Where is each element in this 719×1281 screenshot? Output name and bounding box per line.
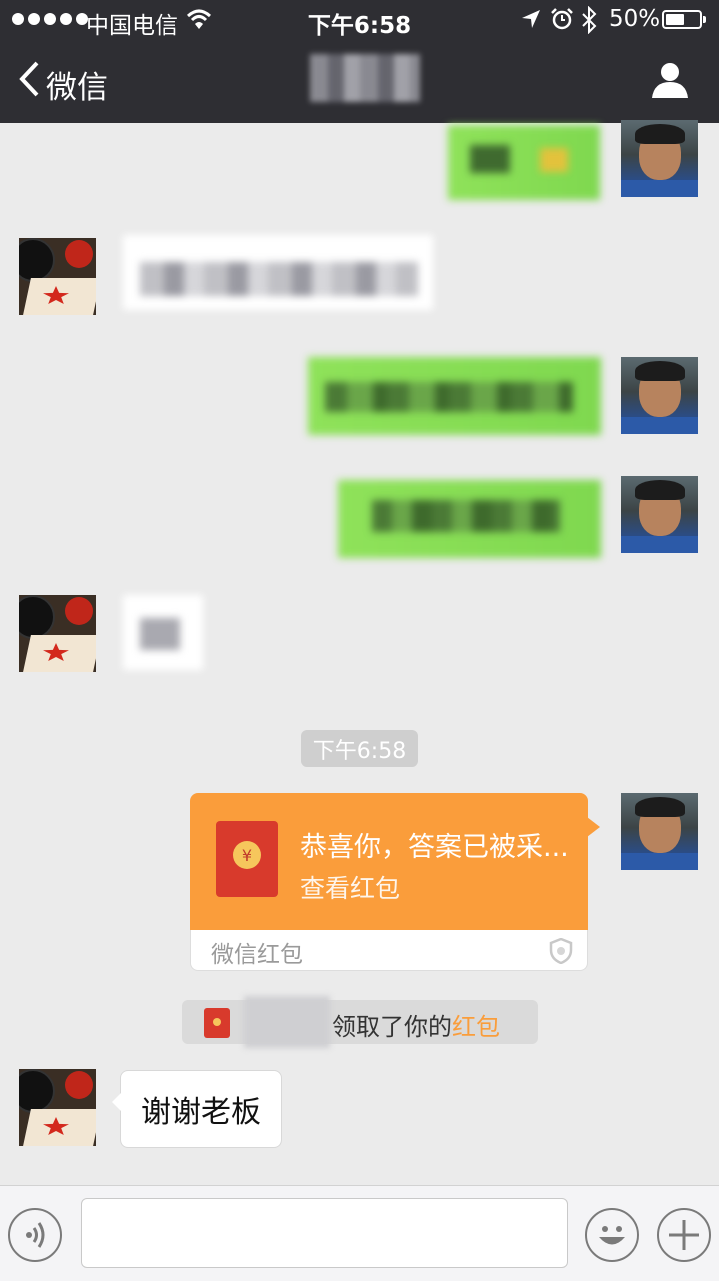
status-bar: 中国电信 下午6:58 50%: [0, 0, 719, 40]
plus-icon: [669, 1220, 699, 1250]
my-avatar[interactable]: [621, 476, 698, 553]
voice-input-button[interactable]: [8, 1208, 62, 1262]
input-bar: [0, 1185, 719, 1281]
location-arrow-icon: [522, 10, 540, 28]
blurred-content: [540, 148, 568, 172]
message-input[interactable]: [81, 1198, 568, 1268]
blurred-content: [470, 145, 510, 173]
contact-avatar[interactable]: [19, 595, 96, 672]
emoji-button[interactable]: [585, 1208, 639, 1262]
my-avatar[interactable]: [621, 120, 698, 197]
voice-icon: [26, 1222, 45, 1248]
my-avatar[interactable]: [621, 793, 698, 870]
red-packet-received-notice: 领取了你的红包: [182, 996, 538, 1048]
nav-bar: 微信: [0, 40, 719, 123]
red-envelope-icon: ¥: [216, 821, 278, 897]
bluetooth-icon: [582, 6, 597, 34]
red-envelope-icon: [204, 1008, 230, 1038]
blurred-content: [140, 262, 418, 296]
red-packet-footer-label: 微信红包: [211, 942, 303, 968]
red-packet-title: 恭喜你，答案已被采...: [300, 832, 569, 863]
smiley-icon: [599, 1226, 625, 1245]
chevron-left-icon[interactable]: [18, 60, 40, 98]
chat-timestamp: 下午6:58: [301, 730, 418, 767]
contact-message-bubble[interactable]: 谢谢老板: [112, 1070, 282, 1148]
alarm-icon: [551, 8, 573, 30]
top-bar: 中国电信 下午6:58 50% 微信: [0, 0, 719, 123]
blurred-contact-name: [244, 996, 330, 1048]
notice-text: 领取了你的红包: [332, 1013, 500, 1041]
blurred-content: [325, 382, 573, 412]
blurred-content: [372, 500, 560, 532]
back-button[interactable]: 微信: [46, 62, 108, 107]
red-packet-message[interactable]: ¥ 恭喜你，答案已被采... 查看红包 微信红包: [190, 793, 600, 971]
more-options-button[interactable]: [657, 1208, 711, 1262]
battery-icon: [662, 10, 706, 29]
blurred-content: [140, 618, 180, 650]
red-packet-body[interactable]: ¥ 恭喜你，答案已被采... 查看红包: [190, 793, 588, 930]
profile-icon[interactable]: [650, 60, 690, 100]
shield-icon: [549, 938, 573, 964]
yuan-coin-icon: ¥: [233, 841, 261, 869]
contact-avatar[interactable]: [19, 238, 96, 315]
battery-percent: 50%: [609, 6, 661, 32]
red-packet-action: 查看红包: [300, 874, 401, 903]
my-avatar[interactable]: [621, 357, 698, 434]
red-packet-link[interactable]: 红包: [452, 1013, 500, 1041]
chat-title-blurred: [310, 54, 420, 102]
red-packet-footer: 微信红包: [190, 930, 588, 971]
contact-avatar[interactable]: [19, 1069, 96, 1146]
